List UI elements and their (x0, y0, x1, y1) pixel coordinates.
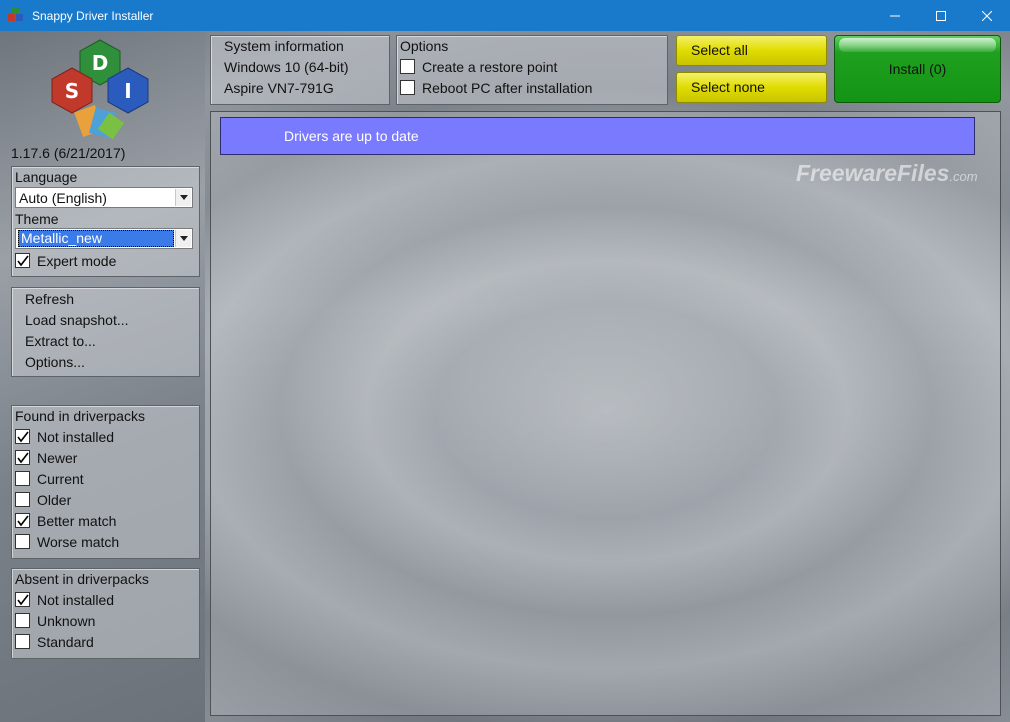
install-button[interactable]: Install (0) (834, 35, 1001, 103)
status-message: Drivers are up to date (284, 128, 419, 144)
app-icon (8, 7, 24, 24)
watermark-name: FreewareFiles (796, 160, 950, 186)
model-info: Aspire VN7-791G (224, 80, 334, 96)
select-none-button[interactable]: Select none (676, 72, 827, 103)
checkmark-icon (17, 431, 29, 443)
select-all-label: Select all (691, 42, 748, 58)
found-filter-label: Current (37, 471, 84, 487)
language-value: Auto (English) (19, 190, 107, 206)
extract-to-link[interactable]: Extract to... (25, 333, 96, 349)
option-checkbox[interactable] (400, 59, 415, 74)
version-label: 1.17.6 (6/21/2017) (11, 145, 126, 161)
options-link[interactable]: Options... (25, 354, 85, 370)
select-none-label: Select none (691, 79, 765, 95)
logo-letter-s: S (65, 79, 79, 103)
maximize-button[interactable] (918, 0, 964, 31)
option-label: Reboot PC after installation (422, 80, 593, 96)
language-label: Language (15, 169, 78, 185)
absent-filter-label: Standard (37, 634, 94, 650)
minimize-icon (890, 15, 900, 16)
found-filter-checkbox[interactable] (15, 513, 30, 528)
found-filter-checkbox[interactable] (15, 429, 30, 444)
expert-mode-checkbox[interactable] (15, 253, 30, 268)
theme-value: Metallic_new (18, 230, 174, 247)
found-title: Found in driverpacks (15, 408, 145, 424)
logo-letter-i: I (124, 79, 131, 103)
found-filter-label: Newer (37, 450, 78, 466)
option-label: Create a restore point (422, 59, 558, 75)
close-icon (982, 10, 992, 21)
os-info: Windows 10 (64-bit) (224, 59, 349, 75)
absent-filter-label: Not installed (37, 592, 115, 608)
absent-filter-label: Unknown (37, 613, 96, 629)
options-title: Options (400, 38, 449, 54)
found-filter-label: Older (37, 492, 72, 508)
language-select[interactable]: Auto (English) (15, 187, 193, 208)
system-info-title: System information (224, 38, 344, 54)
option-checkbox[interactable] (400, 80, 415, 95)
found-filter-label: Better match (37, 513, 117, 529)
theme-label: Theme (15, 211, 59, 227)
select-all-button[interactable]: Select all (676, 35, 827, 66)
found-filter-checkbox[interactable] (15, 492, 30, 507)
expert-mode-label: Expert mode (37, 253, 117, 269)
found-filter-checkbox[interactable] (15, 471, 30, 486)
absent-filter-checkbox[interactable] (15, 613, 30, 628)
button-shine (839, 38, 996, 52)
found-filter-checkbox[interactable] (15, 450, 30, 465)
sdi-logo: D S I (51, 39, 149, 140)
checkmark-icon (17, 452, 29, 464)
found-filter-checkbox[interactable] (15, 534, 30, 549)
found-filter-label: Not installed (37, 429, 115, 445)
found-filter-label: Worse match (37, 534, 120, 550)
maximize-icon (936, 10, 946, 21)
watermark-suffix: .com (949, 169, 978, 184)
title-bar[interactable]: Snappy Driver Installer (0, 0, 1010, 31)
load-snapshot-link[interactable]: Load snapshot... (25, 312, 129, 328)
close-button[interactable] (964, 0, 1010, 31)
driver-list-area[interactable] (210, 111, 1001, 716)
absent-filter-checkbox[interactable] (15, 592, 30, 607)
checkmark-icon (17, 594, 29, 606)
checkmark-icon (17, 515, 29, 527)
status-bar: Drivers are up to date (220, 117, 975, 155)
absent-filter-checkbox[interactable] (15, 634, 30, 649)
chevron-down-icon (175, 230, 191, 247)
install-label: Install (0) (888, 61, 947, 77)
checkmark-icon (17, 255, 29, 267)
watermark: FreewareFiles.com (796, 160, 978, 187)
theme-select[interactable]: Metallic_new (15, 228, 193, 249)
refresh-link[interactable]: Refresh (25, 291, 74, 307)
chevron-down-icon (175, 189, 191, 206)
logo-letter-d: D (92, 51, 109, 75)
absent-title: Absent in driverpacks (15, 571, 149, 587)
window-title: Snappy Driver Installer (32, 8, 154, 23)
minimize-button[interactable] (872, 0, 918, 31)
